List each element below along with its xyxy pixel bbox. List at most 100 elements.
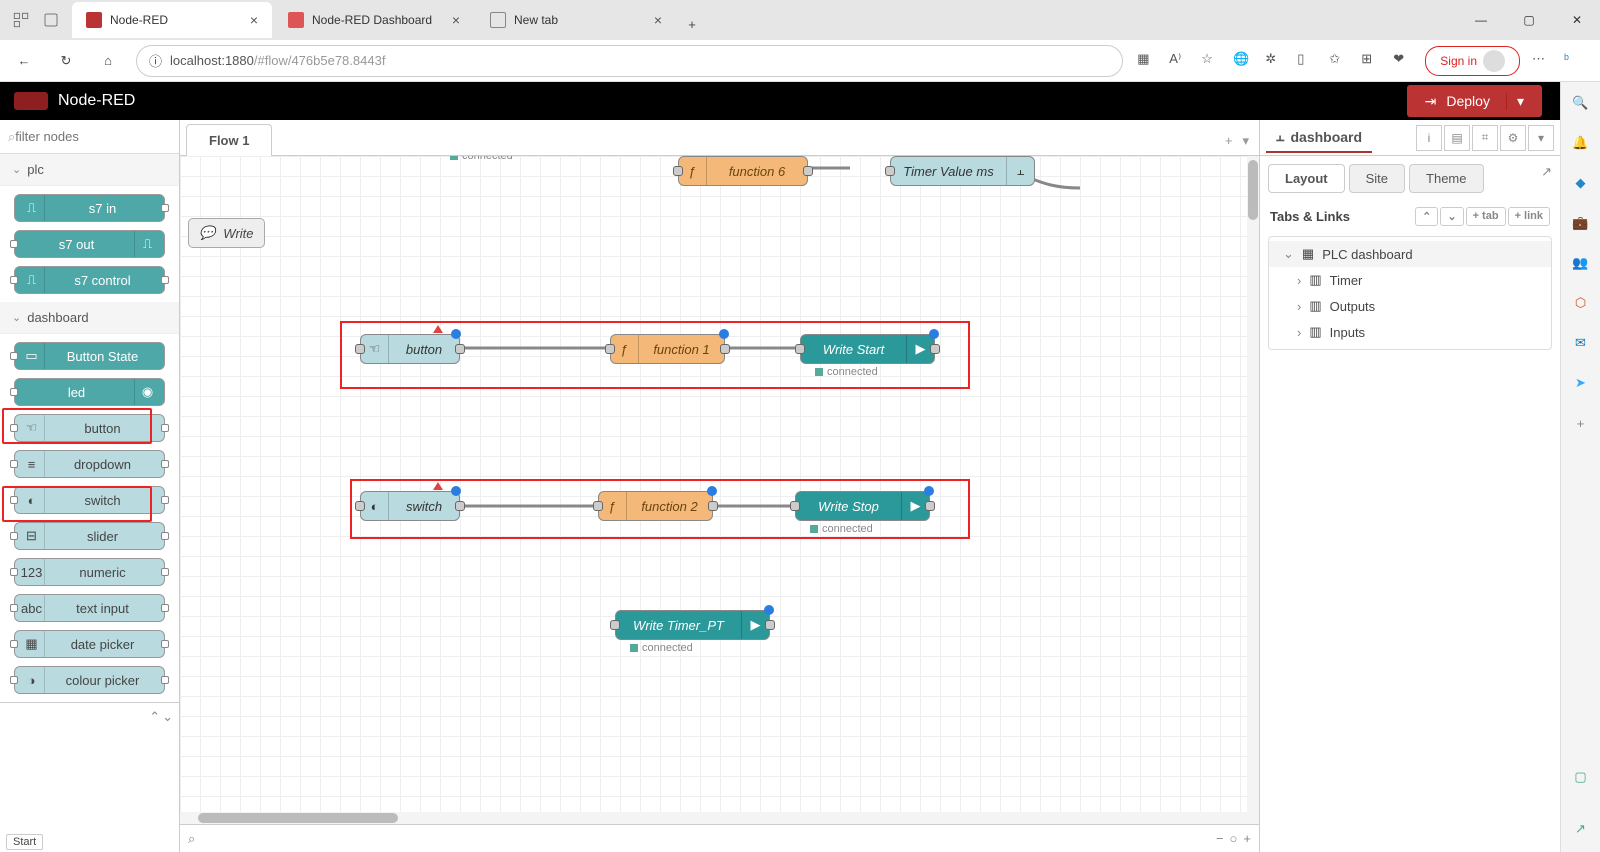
palette-node-dropdown[interactable]: ≡dropdown — [14, 450, 165, 478]
palette-node-s7in[interactable]: ⎍s7 in — [14, 194, 165, 222]
close-icon[interactable]: × — [654, 12, 662, 28]
zoom-in-icon[interactable]: + — [1243, 831, 1251, 846]
node-writetimerpt[interactable]: Write Timer_PT▶ — [615, 610, 770, 640]
deploy-button[interactable]: ⇥ Deploy ▾ — [1407, 85, 1542, 117]
tab-actions-icon[interactable] — [42, 11, 60, 29]
home-button[interactable]: ⌂ — [94, 47, 122, 75]
canvas-scrollbar-h[interactable] — [180, 812, 1259, 824]
debug-icon[interactable]: ⌗ — [1472, 125, 1498, 151]
site-info-icon[interactable]: ⓘ — [149, 51, 162, 70]
sidebar-tab-dashboard[interactable]: ⫠dashboard — [1266, 122, 1372, 153]
palette-node-s7out[interactable]: s7 out⎍ — [14, 230, 165, 258]
palette-node-numeric[interactable]: 123numeric — [14, 558, 165, 586]
canvas[interactable]: connected ƒfunction 6 Timer Value ms⫠ 💬W… — [180, 156, 1259, 824]
comment-write[interactable]: 💬Write — [188, 218, 265, 248]
node-switch[interactable]: ◐switch — [360, 491, 460, 521]
dashboard-tab-layout[interactable]: Layout — [1268, 164, 1345, 193]
workspace-tab-flow1[interactable]: Flow 1 — [186, 124, 272, 156]
add-flow-icon[interactable]: + — [1225, 133, 1233, 149]
book-icon[interactable]: ▤ — [1444, 125, 1470, 151]
globe-icon[interactable]: 🌐 — [1233, 51, 1253, 71]
open-dashboard-icon[interactable]: ↗ — [1541, 164, 1552, 193]
expand-icon[interactable]: ⌄ — [1440, 207, 1463, 226]
start-button[interactable]: Start — [6, 834, 43, 850]
palette-node-s7control[interactable]: ⎍s7 control — [14, 266, 165, 294]
browser-tab-nodered[interactable]: Node-RED× — [72, 2, 272, 38]
close-button[interactable]: ✕ — [1562, 5, 1592, 35]
outlook-icon[interactable]: ✉ — [1570, 332, 1592, 354]
category-plc[interactable]: plc — [0, 154, 179, 186]
browser-tab-dashboard[interactable]: Node-RED Dashboard× — [274, 2, 474, 38]
read-aloud-icon[interactable]: A⁾ — [1169, 51, 1189, 71]
extensions-icon[interactable]: ✲ — [1265, 51, 1285, 71]
collapse-up-icon[interactable]: ⌃ — [149, 709, 160, 725]
collapse-icon[interactable]: ⌃ — [1415, 207, 1438, 226]
people-icon[interactable]: 👥 — [1570, 252, 1592, 274]
palette-node-datepicker[interactable]: ▦date picker — [14, 630, 165, 658]
address-bar[interactable]: ⓘ localhost:1880/#flow/476b5e78.8443f — [136, 45, 1123, 77]
palette-node-buttonstate[interactable]: ▭Button State — [14, 342, 165, 370]
gear-icon[interactable]: ⚙ — [1500, 125, 1526, 151]
favorites-list-icon[interactable]: ✩ — [1329, 51, 1349, 71]
refresh-button[interactable]: ↻ — [52, 47, 80, 75]
tree-item-outputs[interactable]: ▥Outputs — [1269, 293, 1551, 319]
add-tab-button[interactable]: + tab — [1466, 207, 1506, 226]
tree-item-inputs[interactable]: ▥Inputs — [1269, 319, 1551, 345]
node-function2[interactable]: ƒfunction 2 — [598, 491, 713, 521]
performance-icon[interactable]: ❤ — [1393, 51, 1413, 71]
palette-filter[interactable]: ⌕ — [0, 120, 179, 154]
collections-icon[interactable]: ⊞ — [1361, 51, 1381, 71]
canvas-scrollbar-v[interactable] — [1247, 156, 1259, 824]
office-icon[interactable]: ⬡ — [1570, 292, 1592, 314]
search-icon[interactable]: 🔍 — [1570, 92, 1592, 114]
palette-node-led[interactable]: led◉ — [14, 378, 165, 406]
tab-groups-icon[interactable] — [12, 11, 30, 29]
new-tab-button[interactable]: + — [678, 10, 706, 38]
node-writestop[interactable]: Write Stop▶ — [795, 491, 930, 521]
flow-menu-icon[interactable]: ▾ — [1242, 133, 1249, 149]
palette-node-textinput[interactable]: abctext input — [14, 594, 165, 622]
minimize-button[interactable]: — — [1466, 5, 1496, 35]
palette-node-switch[interactable]: ◐switch — [14, 486, 165, 514]
signin-button[interactable]: Sign in — [1425, 46, 1520, 76]
search-icon[interactable]: ⌕ — [188, 831, 195, 847]
zoom-out-icon[interactable]: − — [1216, 831, 1224, 846]
dashboard-tab-theme[interactable]: Theme — [1409, 164, 1483, 193]
bing-icon[interactable]: ᵇ — [1564, 51, 1584, 71]
qr-icon[interactable]: ▦ — [1137, 51, 1157, 71]
category-dashboard[interactable]: dashboard — [0, 302, 179, 334]
browser-tab-new[interactable]: New tab× — [476, 2, 676, 38]
bell-icon[interactable]: 🔔 — [1570, 132, 1592, 154]
split-icon[interactable]: ▯ — [1297, 51, 1317, 71]
sidebar-settings-icon[interactable]: ↗ — [1570, 818, 1592, 840]
node-writestart[interactable]: Write Start▶ — [800, 334, 935, 364]
add-link-button[interactable]: + link — [1508, 207, 1550, 226]
zoom-reset-icon[interactable]: ○ — [1230, 831, 1238, 846]
node-function6[interactable]: ƒfunction 6 — [678, 156, 808, 186]
tree-item-timer[interactable]: ▥Timer — [1269, 267, 1551, 293]
briefcase-icon[interactable]: 💼 — [1570, 212, 1592, 234]
palette-node-slider[interactable]: ⊟slider — [14, 522, 165, 550]
node-button[interactable]: ☜button — [360, 334, 460, 364]
crayon-icon[interactable]: ◆ — [1570, 172, 1592, 194]
chevron-down-icon[interactable]: ▾ — [1528, 125, 1554, 151]
more-icon[interactable]: ⋯ — [1532, 51, 1552, 71]
sidebar-toggle-icon[interactable]: ▢ — [1570, 766, 1592, 788]
send-icon[interactable]: ➤ — [1570, 372, 1592, 394]
tree-root[interactable]: ▦PLC dashboard — [1269, 241, 1551, 267]
maximize-button[interactable]: ▢ — [1514, 5, 1544, 35]
filter-input[interactable] — [15, 129, 171, 144]
node-timervalue[interactable]: Timer Value ms⫠ — [890, 156, 1035, 186]
info-icon[interactable]: i — [1416, 125, 1442, 151]
palette-node-colourpicker[interactable]: ◑colour picker — [14, 666, 165, 694]
collapse-down-icon[interactable]: ⌄ — [162, 709, 173, 725]
add-sidebar-icon[interactable]: + — [1570, 412, 1592, 434]
dashboard-tab-site[interactable]: Site — [1349, 164, 1405, 193]
deploy-menu-caret[interactable]: ▾ — [1506, 93, 1524, 110]
node-function1[interactable]: ƒfunction 1 — [610, 334, 725, 364]
close-icon[interactable]: × — [452, 12, 460, 28]
close-icon[interactable]: × — [250, 12, 258, 28]
favorite-icon[interactable]: ☆ — [1201, 51, 1221, 71]
palette-node-button[interactable]: ☜button — [14, 414, 165, 442]
back-button[interactable]: ← — [10, 47, 38, 75]
